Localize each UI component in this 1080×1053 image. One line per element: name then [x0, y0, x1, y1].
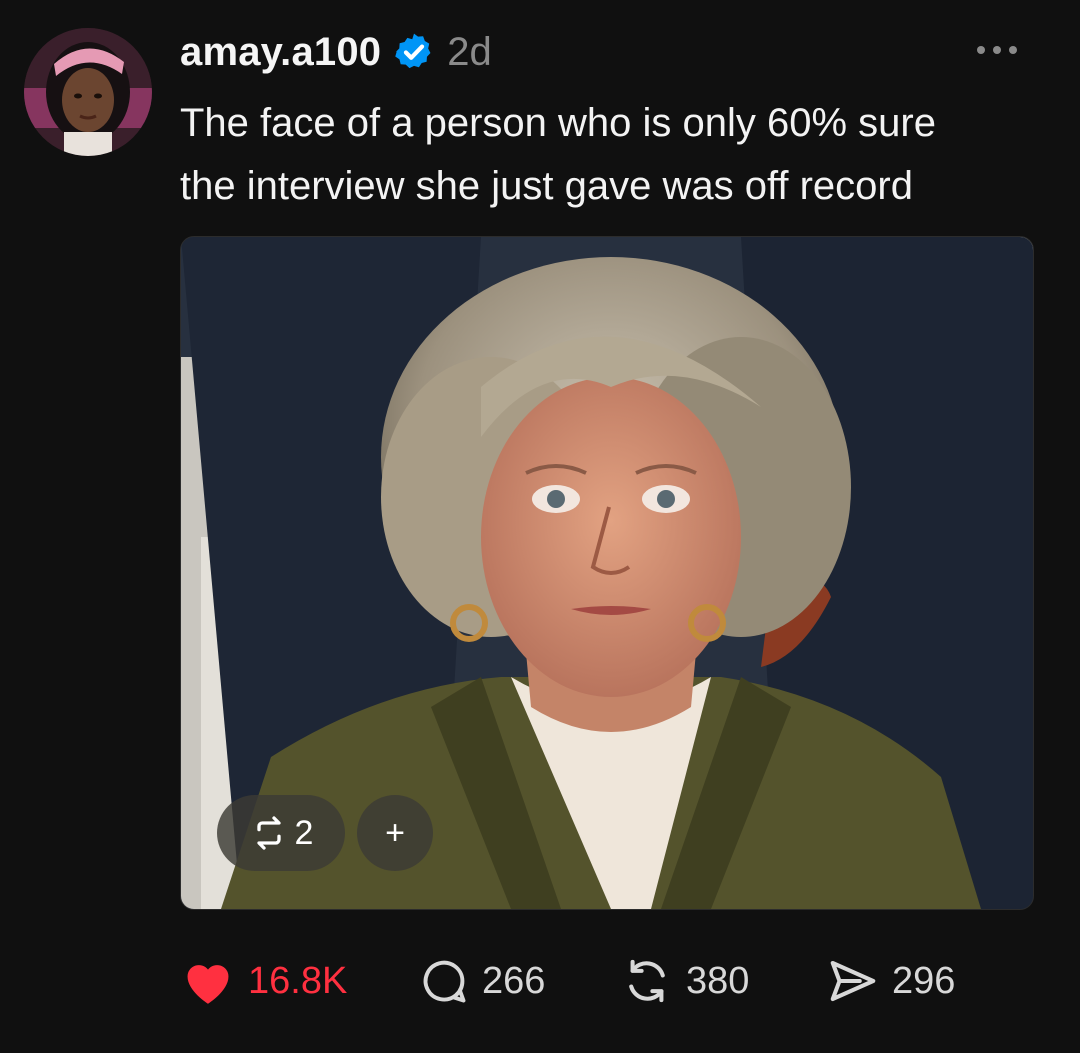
- post-image[interactable]: 2 +: [180, 236, 1034, 910]
- image-repost-count: 2: [294, 813, 314, 852]
- verified-badge-icon: [393, 31, 435, 73]
- add-label: +: [385, 813, 405, 852]
- avatar[interactable]: [24, 28, 152, 156]
- repost-button[interactable]: 380: [620, 946, 749, 1016]
- repost-icon: [256, 816, 281, 850]
- repost-count: 380: [686, 959, 750, 1002]
- username[interactable]: amay.a100: [180, 30, 381, 75]
- comment-button[interactable]: 266: [418, 946, 545, 1016]
- comment-bubble-icon: [418, 955, 470, 1007]
- like-button[interactable]: 16.8K: [180, 946, 347, 1016]
- like-count: 16.8K: [248, 959, 348, 1002]
- share-count: 296: [892, 959, 956, 1002]
- more-options-icon[interactable]: [974, 40, 1020, 60]
- image-add-button[interactable]: +: [357, 795, 433, 871]
- share-button[interactable]: 296: [826, 946, 955, 1016]
- send-icon: [826, 954, 880, 1008]
- post-header: amay.a100 2d: [180, 26, 492, 78]
- post-actions: 16.8K 266 380 296: [0, 946, 1080, 1016]
- caption-line: the interview she just gave was off reco…: [180, 164, 913, 208]
- repost-icon: [620, 954, 674, 1008]
- post-time: 2d: [447, 29, 492, 74]
- avatar-image: [24, 28, 152, 156]
- comment-count: 266: [482, 959, 546, 1002]
- post-caption: The face of a person who is only 60% sur…: [180, 92, 1040, 218]
- image-repost-badge[interactable]: 2: [217, 795, 345, 871]
- caption-line: The face of a person who is only 60% sur…: [180, 101, 936, 145]
- heart-icon: [180, 956, 236, 1006]
- thread-post: amay.a100 2d The face of a person who is…: [0, 0, 1080, 1053]
